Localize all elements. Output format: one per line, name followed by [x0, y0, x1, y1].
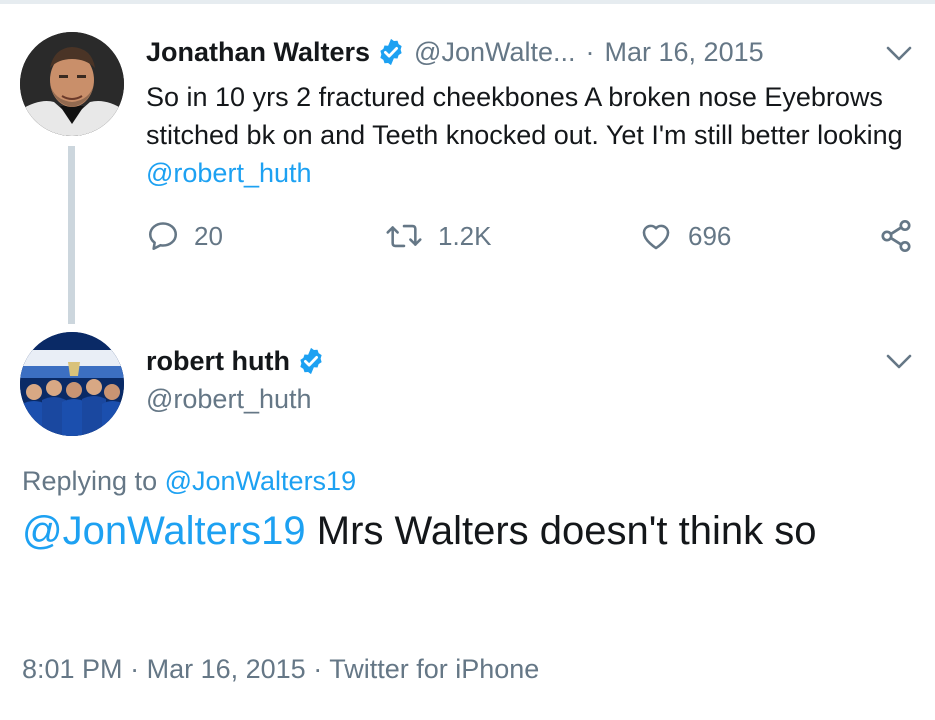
retweet-count: 1.2K [438, 220, 492, 251]
tweet2-body: @JonWalters19 Mrs Walters doesn't think … [22, 502, 912, 560]
author-name[interactable]: Jonathan Walters [146, 37, 370, 68]
author-name[interactable]: robert huth [146, 346, 290, 377]
reply-icon [148, 222, 178, 251]
tweet-date[interactable]: Mar 16, 2015 [147, 654, 306, 684]
share-icon [881, 219, 911, 253]
like-icon [642, 224, 670, 250]
tweet1-actions: 20 1.2K 696 [146, 216, 926, 256]
avatar-illustration [20, 32, 124, 136]
replying-to-link[interactable]: @JonWalters19 [165, 466, 356, 496]
like-count: 696 [688, 220, 732, 251]
separator-dot: · [585, 36, 595, 67]
tweet-date[interactable]: Mar 16, 2015 [605, 37, 764, 68]
reply-count: 20 [194, 220, 223, 251]
tweet-meta: 8:01 PM · Mar 16, 2015 · Twitter for iPh… [22, 654, 539, 685]
tweet-text: Mrs Walters doesn't think so [316, 509, 817, 553]
tweet2-header: robert huth [146, 342, 326, 380]
verified-badge-icon [380, 38, 402, 66]
author-handle[interactable]: @JonWalte... [414, 37, 575, 68]
author-handle[interactable]: @robert_huth [146, 384, 312, 415]
thread-connector-line [68, 146, 75, 324]
reply-button[interactable]: 20 [146, 216, 223, 256]
chevron-down-icon[interactable] [886, 354, 912, 370]
tweet1-header: Jonathan Walters @JonWalte... · Mar 16, … [146, 30, 764, 74]
retweet-button[interactable]: 1.2K [384, 216, 492, 256]
like-button[interactable]: 696 [638, 216, 731, 256]
tweet-text: So in 10 yrs 2 fractured cheekbones A br… [146, 82, 903, 150]
share-button[interactable] [878, 216, 928, 256]
tweet-source[interactable]: Twitter for iPhone [329, 654, 539, 684]
avatar-robert-huth[interactable] [20, 332, 124, 436]
chevron-down-icon[interactable] [886, 46, 912, 62]
top-divider [0, 0, 935, 4]
mention-link[interactable]: @robert_huth [146, 158, 312, 188]
tweet-time[interactable]: 8:01 PM [22, 654, 123, 684]
separator-dot: · [313, 654, 323, 684]
retweet-icon [386, 224, 422, 248]
mention-link[interactable]: @JonWalters19 [22, 509, 306, 553]
separator-dot: · [130, 654, 140, 684]
avatar-photo [20, 332, 124, 436]
avatar-jonathan-walters[interactable] [20, 32, 124, 136]
tweet1-body: So in 10 yrs 2 fractured cheekbones A br… [146, 78, 916, 192]
replying-to-line: Replying to @JonWalters19 [22, 466, 356, 497]
replying-to-label: Replying to [22, 466, 158, 496]
verified-badge-icon [300, 347, 322, 375]
